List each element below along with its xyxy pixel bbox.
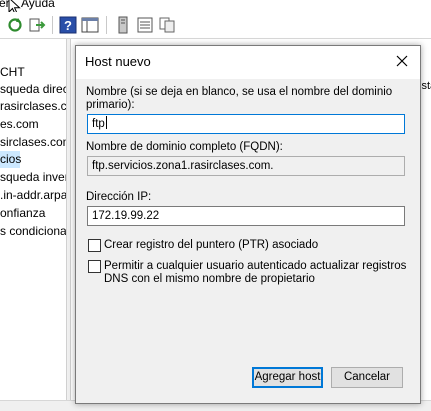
tree-item[interactable]: onfianza [0,205,45,222]
fqdn-value: ftp.servicios.zona1.rasirclases.com. [92,160,274,172]
export-list-icon[interactable] [28,16,46,34]
copy-icon[interactable] [158,16,176,34]
fqdn-field: ftp.servicios.zona1.rasirclases.com. [87,156,405,176]
tree-item[interactable]: sirclases.com [0,134,66,151]
close-icon[interactable] [394,53,410,69]
text-caret [105,116,107,129]
toolbar: ? [0,12,431,39]
dialog-title: Host nuevo [85,54,151,69]
ip-address-input[interactable]: 172.19.99.22 [87,206,405,226]
server-icon[interactable] [114,16,132,34]
tree-item[interactable]: squeda inver [0,169,66,186]
host-name-value: ftp [92,118,105,130]
show-pane-icon[interactable] [81,16,99,34]
allow-update-label-line1[interactable]: Permitir a cualquier usuario autenticado… [104,260,406,273]
svg-text:?: ? [64,18,72,33]
name-label-line1: Nombre (si se deja en blanco, se usa el … [86,86,393,98]
host-name-input[interactable]: ftp [87,114,405,134]
tree-item[interactable]: CHT [0,64,25,81]
menu-item-ayuda[interactable]: Ayuda [21,0,55,9]
tree-pane: CHT squeda direc rasirclases.com es.com … [0,39,66,410]
ip-label: Dirección IP: [86,191,152,203]
add-host-button[interactable]: Agregar host [252,367,323,388]
tree-item-selected[interactable]: cios [0,151,21,168]
help-icon[interactable]: ? [59,16,77,34]
tree-item[interactable]: squeda direc [0,81,66,98]
toolbar-separator [52,16,53,34]
list-view-icon[interactable] [136,16,154,34]
tree-item[interactable]: es.com [0,116,39,133]
allow-update-checkbox[interactable] [88,260,101,273]
allow-update-label-line2[interactable]: DNS con el mismo nombre de propietario [104,273,315,286]
fqdn-label: Nombre de dominio completo (FQDN): [86,141,283,153]
ptr-checkbox[interactable] [88,239,101,252]
ip-address-value: 172.19.99.22 [92,210,160,222]
tree-item[interactable]: rasirclases.com [0,98,66,115]
menu-bar: er Ayuda [0,0,431,12]
name-label-line2: primario): [86,99,135,111]
tree-item[interactable]: s condiciona [0,223,66,240]
dialog-body: Nombre (si se deja en blanco, se usa el … [76,79,420,403]
toolbar-separator [106,16,107,34]
tree-item[interactable]: .in-addr.arpa [0,187,66,204]
new-host-dialog: Host nuevo Nombre (si se deja en blanco,… [75,45,421,404]
refresh-icon[interactable] [6,16,24,34]
ptr-checkbox-label[interactable]: Crear registro del puntero (PTR) asociad… [104,239,318,252]
cancel-button[interactable]: Cancelar [331,367,403,388]
